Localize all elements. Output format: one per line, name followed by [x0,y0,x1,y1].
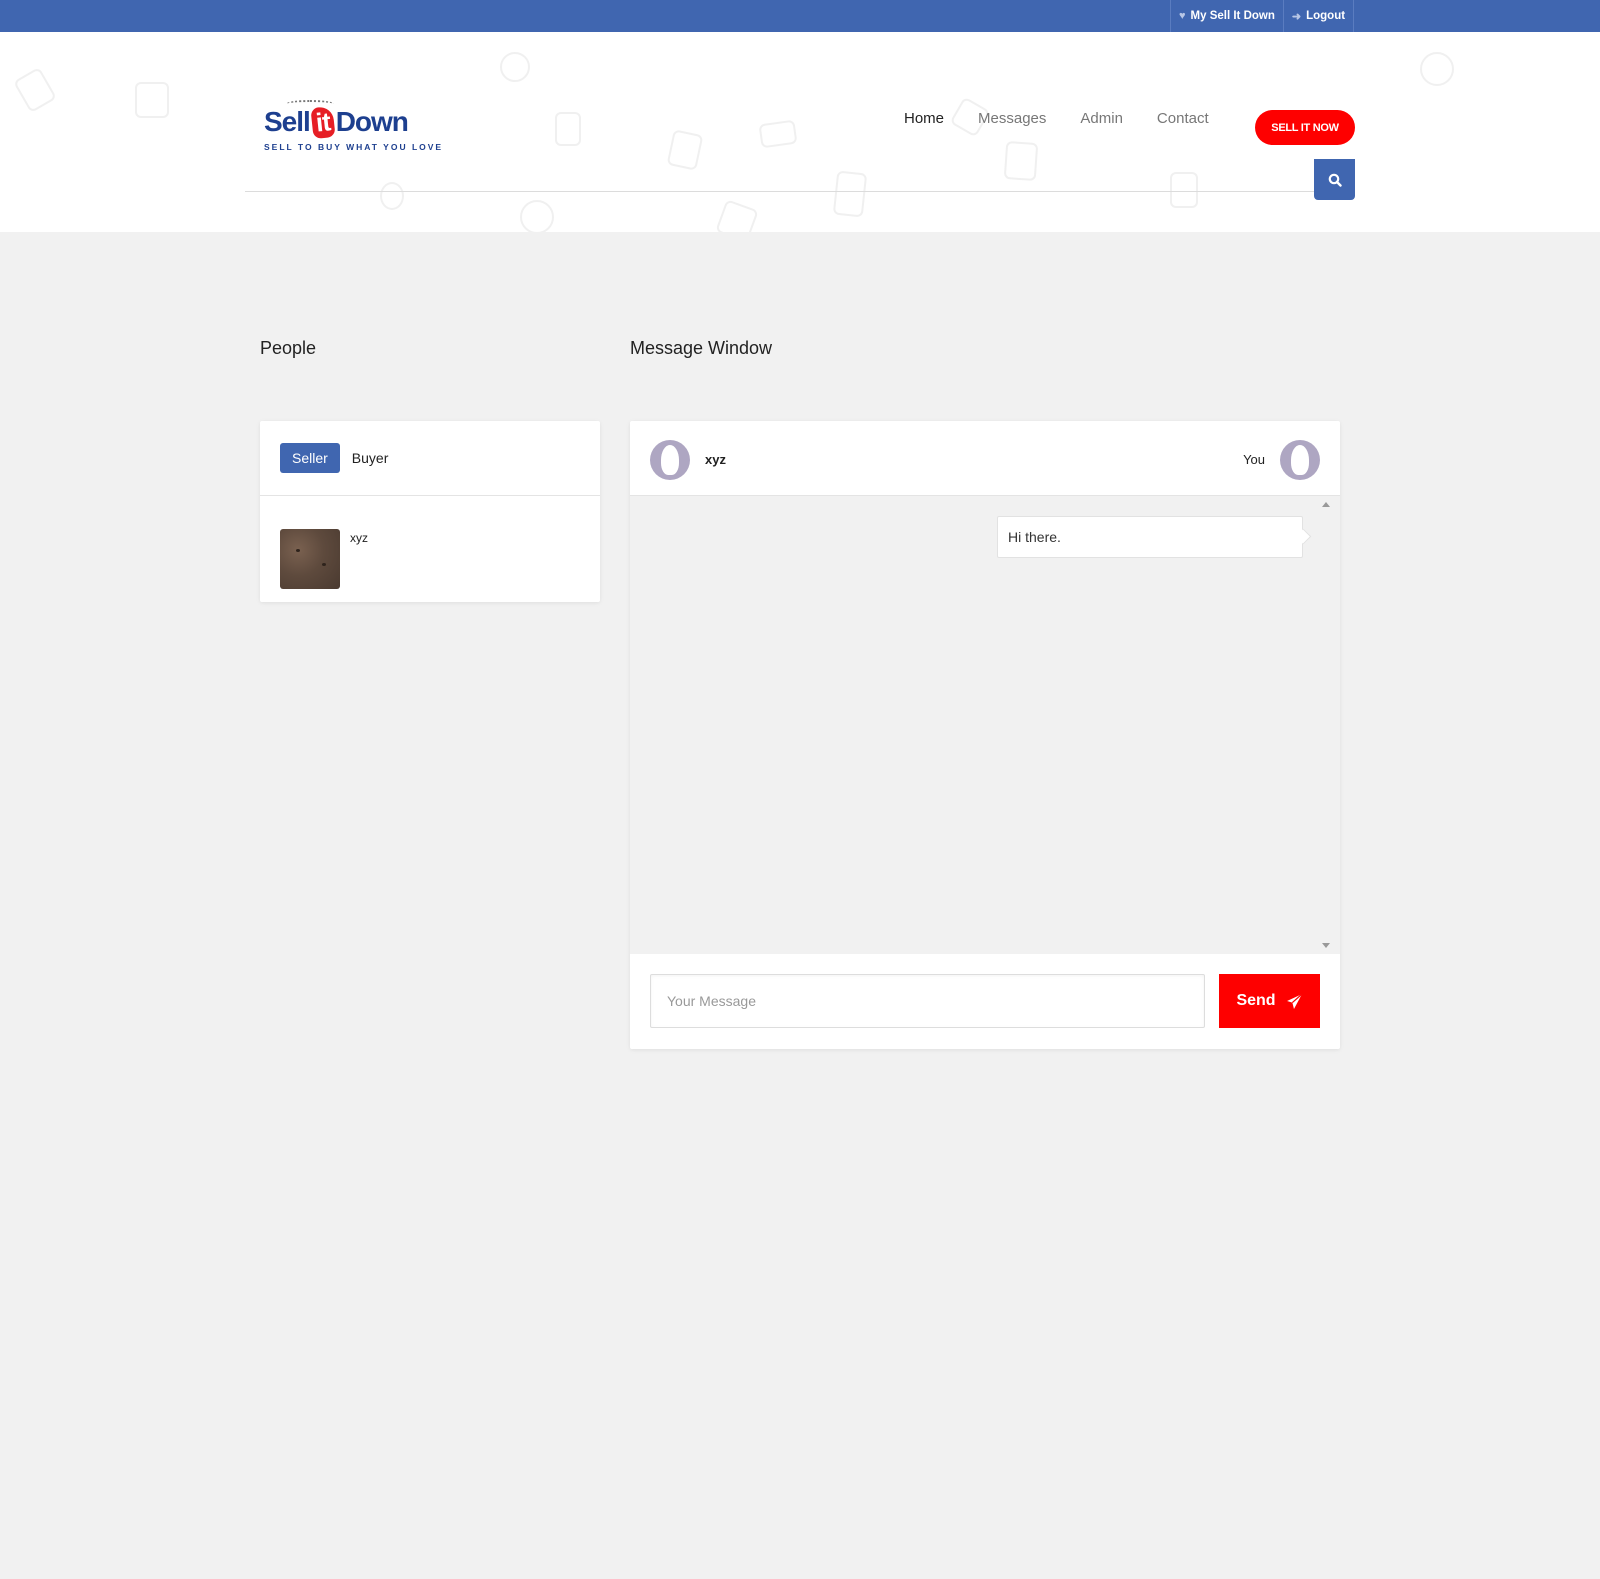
background-doodle [758,119,798,149]
people-tabs: Seller Buyer [260,421,600,496]
heart-icon: ♥ [1179,10,1186,22]
background-doodle [500,52,530,82]
scroll-up-arrow-icon[interactable] [1322,502,1330,507]
background-doodle [1003,140,1039,182]
site-header: Sell it Down SELL TO BUY WHAT YOU LOVE H… [0,32,1600,232]
background-doodle [1420,52,1454,86]
nav-home[interactable]: Home [904,110,944,127]
background-doodle [555,112,581,146]
scroll-down-arrow-icon[interactable] [1322,943,1330,948]
site-logo[interactable]: Sell it Down SELL TO BUY WHAT YOU LOVE [264,76,444,156]
message-thread[interactable]: Hi there. [630,496,1340,954]
background-doodle [1170,172,1198,208]
message-panel: xyz You Hi there. Send [630,421,1340,1049]
message-input[interactable] [650,974,1205,1028]
background-doodle [135,82,169,118]
top-bar: ♥ My Sell It Down ➜ Logout [0,0,1600,32]
send-button[interactable]: Send [1219,974,1320,1028]
background-doodle [520,200,554,232]
contact-name: xyz [705,452,726,467]
nav-messages[interactable]: Messages [978,110,1046,127]
logo-prefix: Sell [264,106,311,137]
person-name: xyz [350,531,368,545]
people-title: People [260,338,317,358]
my-sell-it-down-link[interactable]: ♥ My Sell It Down [1171,0,1284,32]
nav-contact[interactable]: Contact [1157,110,1209,127]
send-label: Send [1236,992,1276,1009]
contact-avatar [650,440,690,480]
search-icon [1328,173,1342,187]
person-list-item[interactable]: xyz [280,529,368,589]
logout-label: Logout [1306,10,1346,22]
sell-it-now-button[interactable]: SELL IT NOW [1255,110,1355,145]
tab-seller[interactable]: Seller [280,443,340,473]
background-doodle [666,129,704,171]
background-doodle [380,182,404,210]
nav-admin[interactable]: Admin [1080,110,1123,127]
background-doodle [832,170,868,218]
people-panel: Seller Buyer xyz [260,421,600,602]
person-thumbnail [280,529,340,589]
logo-suffix: Down [335,106,409,137]
search-divider [245,191,1315,192]
logo-tagline: SELL TO BUY WHAT YOU LOVE [264,142,444,152]
sign-in-icon: ➜ [1291,10,1302,23]
my-sell-it-down-label: My Sell It Down [1190,10,1275,22]
logo-tag-it: it [310,105,336,139]
search-button[interactable] [1314,159,1355,200]
message-bubble: Hi there. [997,516,1303,558]
background-doodle [13,66,57,114]
logout-link[interactable]: ➜ Logout [1284,0,1355,32]
top-bar-links: ♥ My Sell It Down ➜ Logout [1170,0,1355,32]
message-header: xyz You [630,421,1340,496]
self-avatar [1280,440,1320,480]
main-nav: Home Messages Admin Contact [904,110,1209,127]
tab-buyer[interactable]: Buyer [352,443,401,473]
self-label: You [1243,452,1265,467]
background-doodle [715,199,759,232]
paper-plane-icon [1286,993,1302,1009]
message-window-title: Message Window [630,338,773,358]
logo-wordmark: Sell it Down [264,105,409,139]
